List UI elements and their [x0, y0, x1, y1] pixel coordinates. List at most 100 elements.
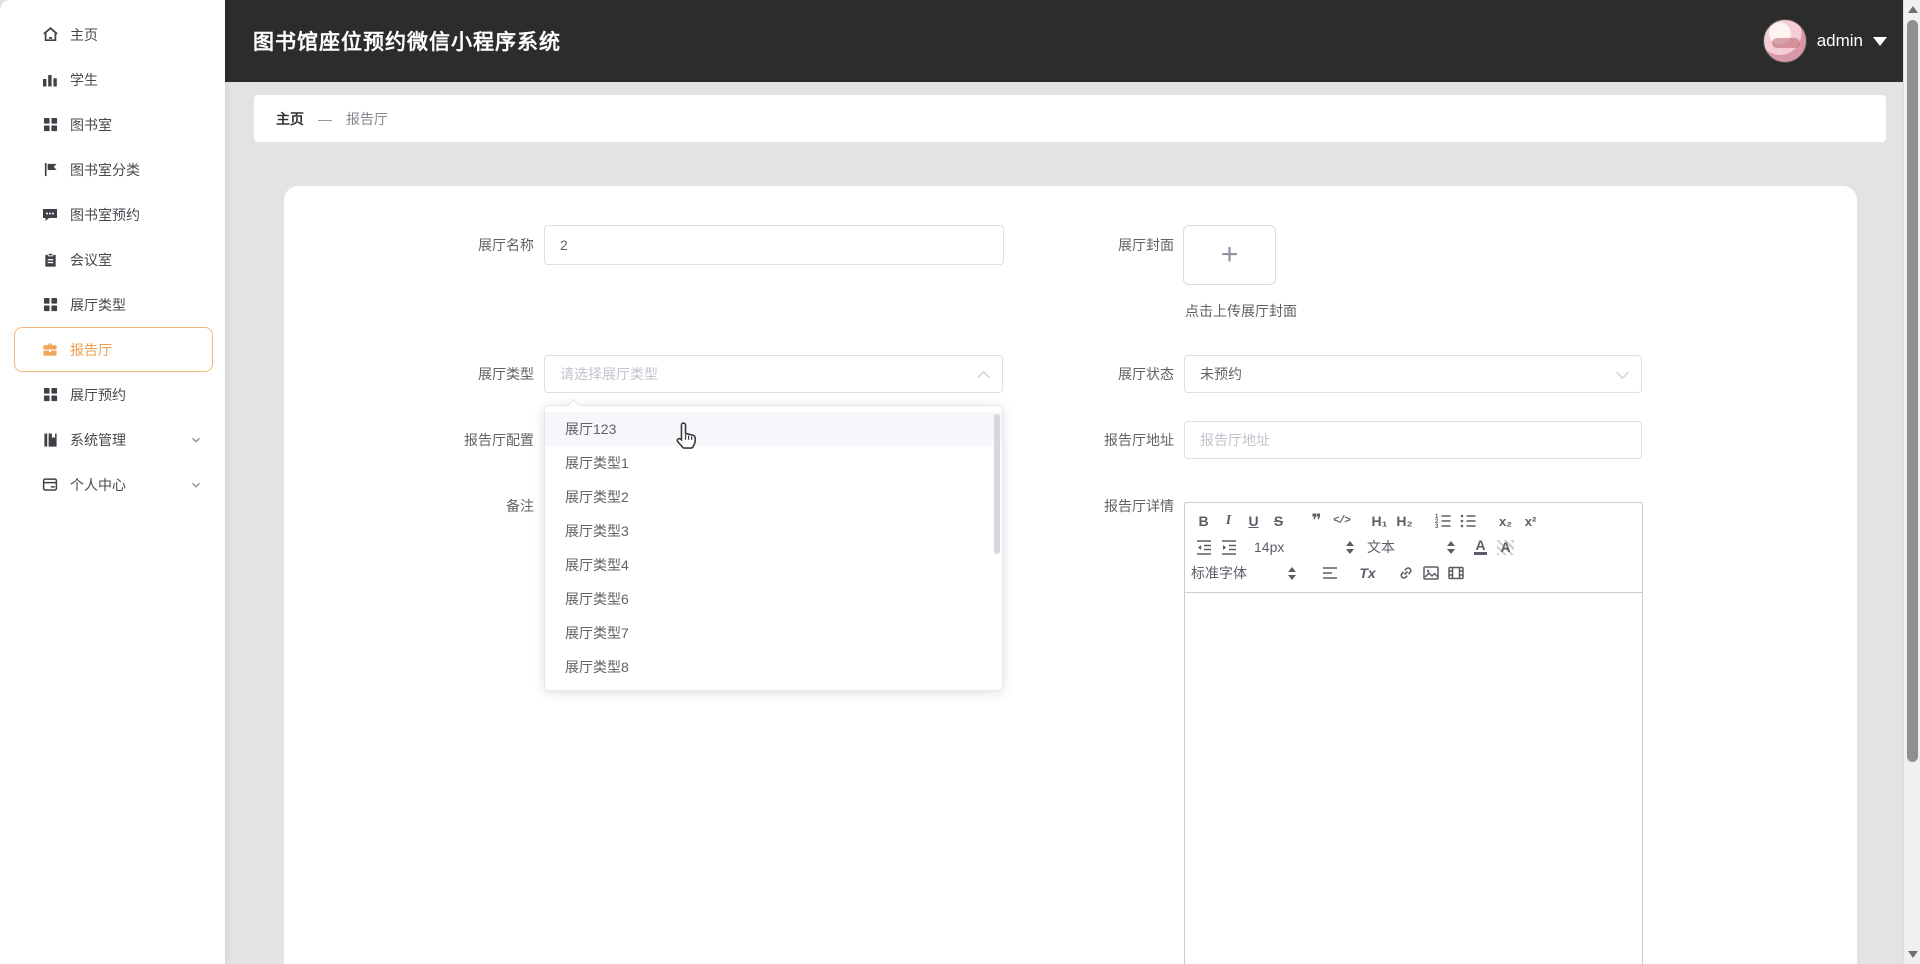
main-area: 主页 — 报告厅 展厅名称 展厅封面 + 点击上传展厅封面 展厅类型 请选择展厅…: [225, 82, 1903, 964]
sidebar-item-system-management[interactable]: 系统管理: [14, 417, 213, 462]
breadcrumb-home-link[interactable]: 主页: [276, 109, 304, 129]
dropdown-option-list: 展厅123 展厅类型1 展厅类型2 展厅类型3 展厅类型4 展厅类型6 展厅类型7 展厅类型8: [545, 412, 1002, 684]
dropdown-option[interactable]: 展厅类型8: [545, 650, 1002, 684]
dropdown-option[interactable]: 展厅类型2: [545, 480, 1002, 514]
grid-icon: [41, 117, 59, 132]
grid-icon: [41, 387, 59, 402]
editor-toolbar: B I U S ❞ </> H₁ H₂ 123 x₂ x² 14px 文本 A …: [1185, 503, 1642, 593]
chevron-down-icon: [190, 479, 202, 491]
sidebar-item-library-category[interactable]: 图书室分类: [14, 147, 213, 192]
hall-type-select[interactable]: 请选择展厅类型: [544, 355, 1003, 393]
image-icon[interactable]: [1418, 561, 1443, 585]
book-icon: [41, 432, 59, 448]
outdent-icon[interactable]: [1191, 535, 1216, 559]
sidebar-item-student[interactable]: 学生: [14, 57, 213, 102]
grid-icon: [41, 297, 59, 312]
avatar[interactable]: [1762, 19, 1807, 63]
hall-status-select[interactable]: 未预约: [1184, 355, 1642, 393]
sidebar-item-personal-center[interactable]: 个人中心: [14, 462, 213, 507]
sidebar-item-label: 学生: [70, 71, 98, 88]
video-icon[interactable]: [1443, 561, 1468, 585]
dropdown-scrollbar-thumb[interactable]: [994, 414, 1000, 554]
dropdown-option[interactable]: 展厅123: [545, 412, 1002, 446]
user-menu[interactable]: admin: [1762, 19, 1887, 63]
dropdown-option[interactable]: 展厅类型3: [545, 514, 1002, 548]
editor-content-area[interactable]: [1185, 593, 1642, 964]
clipboard-icon: [41, 252, 59, 268]
form-card: 展厅名称 展厅封面 + 点击上传展厅封面 展厅类型 请选择展厅类型 展厅状态 未…: [284, 186, 1857, 964]
sidebar-menu: 主页学生图书室图书室分类图书室预约 会议室 展厅类型报告厅展厅预约系统管理个人中心: [0, 12, 225, 507]
heading1-button[interactable]: H₁: [1367, 509, 1392, 533]
plus-icon: +: [1220, 238, 1239, 271]
chevron-down-icon: [190, 434, 202, 446]
sidebar-item-home[interactable]: 主页: [14, 12, 213, 57]
picker-arrows-icon: [1346, 540, 1354, 554]
sidebar-item-library-booking[interactable]: 图书室预约: [14, 192, 213, 237]
hall-name-input[interactable]: [544, 225, 1004, 265]
dropdown-option[interactable]: 展厅类型1: [545, 446, 1002, 480]
sidebar-item-meeting-room[interactable]: 会议室: [14, 237, 213, 282]
hall-type-dropdown: 展厅123 展厅类型1 展厅类型2 展厅类型3 展厅类型4 展厅类型6 展厅类型7 展厅类型8: [544, 399, 1003, 691]
sidebar-item-label: 展厅预约: [70, 386, 126, 403]
hall-cover-upload[interactable]: +: [1183, 225, 1276, 285]
dropdown-option[interactable]: 展厅类型4: [545, 548, 1002, 582]
app-title: 图书馆座位预约微信小程序系统: [253, 31, 561, 54]
username: admin: [1816, 31, 1863, 50]
bar-chart-icon: [41, 72, 59, 88]
dropdown-option[interactable]: 展厅类型7: [545, 616, 1002, 650]
sidebar-item-label: 主页: [70, 26, 98, 43]
scroll-up-arrow-icon[interactable]: [1908, 6, 1918, 13]
indent-icon[interactable]: [1216, 535, 1241, 559]
chevron-down-icon: [1616, 366, 1629, 379]
underline-button[interactable]: U: [1241, 509, 1266, 533]
hall-cover-label: 展厅封面: [1118, 237, 1174, 253]
picker-arrows-icon: [1447, 540, 1455, 554]
bullet-list-icon[interactable]: [1455, 509, 1480, 533]
sidebar-item-label: 图书室分类: [70, 161, 140, 178]
caret-down-icon: [1873, 36, 1887, 46]
top-header: 图书馆座位预约微信小程序系统 admin: [225, 0, 1903, 82]
sidebar-item-label: 个人中心: [70, 476, 126, 493]
background-color-button[interactable]: A: [1493, 535, 1518, 559]
heading2-button[interactable]: H₂: [1392, 509, 1417, 533]
superscript-button[interactable]: x²: [1518, 509, 1543, 533]
font-family-picker[interactable]: 标准字体: [1191, 563, 1296, 583]
clean-format-button[interactable]: Tx: [1355, 561, 1380, 585]
hall-address-label: 报告厅地址: [1104, 432, 1174, 448]
font-size-picker[interactable]: 14px: [1254, 539, 1354, 555]
scrollbar-thumb[interactable]: [1907, 20, 1918, 762]
text-color-button[interactable]: A: [1468, 535, 1493, 559]
sidebar-item-label: 图书室: [70, 116, 112, 133]
picker-arrows-icon: [1288, 566, 1296, 580]
briefcase-icon: [41, 342, 59, 357]
page-scrollbar: [1903, 0, 1920, 964]
scroll-down-arrow-icon[interactable]: [1908, 951, 1918, 958]
header-format-picker[interactable]: 文本: [1367, 537, 1455, 557]
id-card-icon: [41, 477, 59, 492]
italic-button[interactable]: I: [1216, 509, 1241, 533]
sidebar-item-hall-type[interactable]: 展厅类型: [14, 282, 213, 327]
sidebar-item-hall-booking[interactable]: 展厅预约: [14, 372, 213, 417]
dropdown-option[interactable]: 展厅类型6: [545, 582, 1002, 616]
subscript-button[interactable]: x₂: [1493, 509, 1518, 533]
code-block-button[interactable]: </>: [1329, 509, 1354, 533]
svg-text:3: 3: [1435, 524, 1439, 530]
rich-text-editor: B I U S ❞ </> H₁ H₂ 123 x₂ x² 14px 文本 A …: [1184, 502, 1643, 964]
hall-address-input[interactable]: [1184, 421, 1642, 459]
sidebar-item-label: 系统管理: [70, 431, 126, 448]
sidebar-item-library[interactable]: 图书室: [14, 102, 213, 147]
hall-type-placeholder: 请选择展厅类型: [560, 366, 658, 382]
link-icon[interactable]: [1393, 561, 1418, 585]
sidebar-item-report-hall[interactable]: 报告厅: [14, 327, 213, 372]
sidebar-item-label: 报告厅: [70, 341, 112, 358]
bold-button[interactable]: B: [1191, 509, 1216, 533]
strikethrough-button[interactable]: S: [1266, 509, 1291, 533]
align-icon[interactable]: [1317, 561, 1342, 585]
ordered-list-icon[interactable]: 123: [1430, 509, 1455, 533]
blockquote-button[interactable]: ❞: [1304, 509, 1329, 533]
hall-type-label: 展厅类型: [478, 366, 534, 382]
breadcrumb-separator: —: [318, 110, 332, 127]
remark-label: 备注: [506, 498, 534, 514]
breadcrumb: 主页 — 报告厅: [254, 95, 1886, 142]
breadcrumb-current: 报告厅: [346, 110, 388, 127]
